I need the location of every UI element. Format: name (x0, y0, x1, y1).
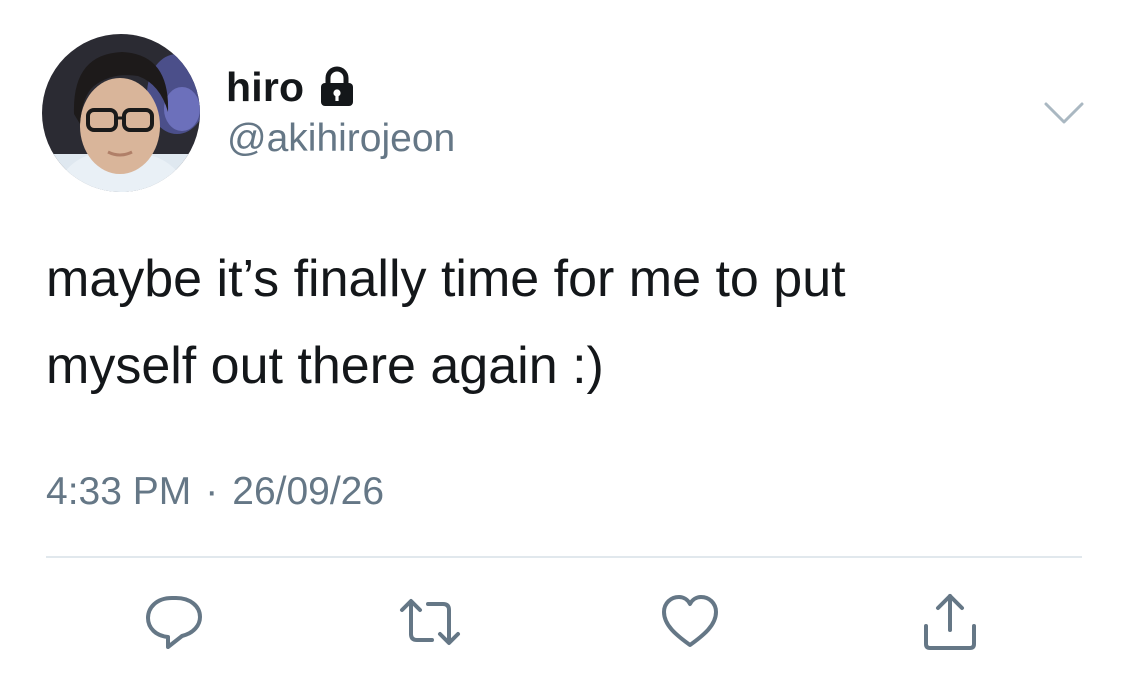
tweet-timestamp[interactable]: 4:33 PM · 26/09/26 (46, 470, 384, 514)
divider (46, 556, 1082, 558)
profile-photo (42, 34, 200, 192)
heart-icon (662, 595, 718, 647)
lock-icon (318, 66, 356, 108)
share-icon (924, 594, 976, 650)
display-name[interactable]: hiro (226, 64, 304, 111)
user-handle[interactable]: @akihirojeon (227, 117, 455, 161)
like-button[interactable] (658, 592, 722, 652)
tweet-date: 26/09/26 (232, 470, 385, 513)
reply-button[interactable] (142, 592, 206, 652)
share-button[interactable] (918, 592, 982, 652)
chevron-down-icon[interactable] (1043, 98, 1085, 128)
retweet-icon (400, 599, 460, 645)
tweet-time: 4:33 PM (46, 470, 192, 513)
retweet-button[interactable] (398, 592, 462, 652)
separator-dot: · (205, 470, 219, 513)
avatar[interactable] (42, 34, 200, 192)
comment-icon (146, 596, 202, 649)
tweet-text: maybe it’s finally time for me to put my… (46, 250, 846, 395)
